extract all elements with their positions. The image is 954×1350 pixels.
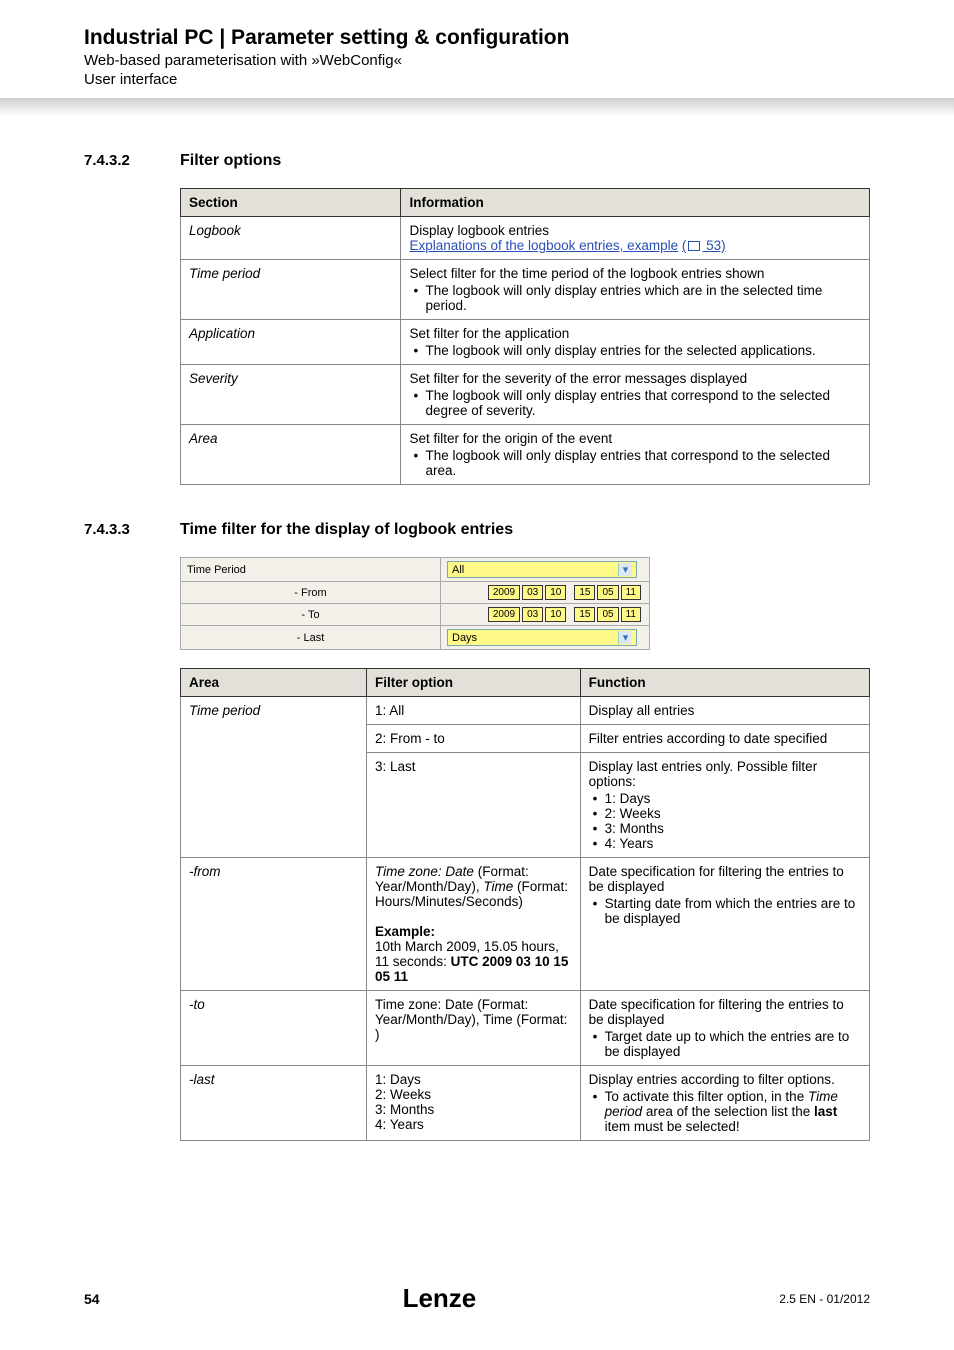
cell-filter-option: 1: Days 2: Weeks 3: Months 4: Years [367, 1066, 581, 1141]
shot-label: - From [181, 582, 441, 604]
table-row: Area Set filter for the origin of the ev… [181, 425, 870, 485]
shot-label: - Last [181, 626, 441, 650]
page-header: Industrial PC | Parameter setting & conf… [0, 0, 954, 88]
book-icon [688, 241, 700, 251]
cell-function: Date specification for filtering the ent… [580, 858, 869, 991]
section-heading-filter-options: 7.4.3.2 Filter options [84, 152, 870, 170]
page-number: 54 [84, 1291, 100, 1307]
shot-cell: 2009 03 10 15 05 11 [441, 582, 650, 604]
cell-function: Date specification for filtering the ent… [580, 991, 869, 1066]
content-area: 7.4.3.2 Filter options Section Informati… [0, 152, 954, 1141]
col-header-area: Area [181, 669, 367, 697]
cell-section: Application [181, 320, 401, 365]
shot-cell: All ▾ [441, 558, 650, 582]
table-row: Time period Select filter for the time p… [181, 260, 870, 320]
cell-area: Time period [181, 697, 367, 858]
cell-info: Display logbook entries Explanations of … [401, 217, 870, 260]
cell-function: Display last entries only. Possible filt… [580, 753, 869, 858]
time-filter-table: Area Filter option Function Time period … [180, 668, 870, 1141]
cell-function: Display entries according to filter opti… [580, 1066, 869, 1141]
cell-section: Time period [181, 260, 401, 320]
cell-filter-option: Time zone: Date (Format: Year/Month/Day)… [367, 858, 581, 991]
lenze-logo: Lenze [403, 1283, 477, 1314]
table-row: Application Set filter for the applicati… [181, 320, 870, 365]
cell-filter-option: 2: From - to [367, 725, 581, 753]
table-row: -to Time zone: Date (Format: Year/Month/… [181, 991, 870, 1066]
shot-label: - To [181, 604, 441, 626]
section-number: 7.4.3.3 [84, 521, 180, 538]
cell-filter-option: Time zone: Date (Format: Year/Month/Day)… [367, 991, 581, 1066]
cell-section: Logbook [181, 217, 401, 260]
cell-section: Severity [181, 365, 401, 425]
from-date-fields[interactable]: 2009 03 10 15 05 11 [447, 585, 643, 600]
cell-info: Set filter for the application The logbo… [401, 320, 870, 365]
page-subtitle-2: User interface [84, 71, 954, 88]
table-row: -last 1: Days 2: Weeks 3: Months 4: Year… [181, 1066, 870, 1141]
shot-cell: 2009 03 10 15 05 11 [441, 604, 650, 626]
table-row: Severity Set filter for the severity of … [181, 365, 870, 425]
col-header-filter-option: Filter option [367, 669, 581, 697]
doc-version: 2.5 EN - 01/2012 [779, 1292, 870, 1306]
shot-cell: Days ▾ [441, 626, 650, 650]
section-heading-time-filter: 7.4.3.3 Time filter for the display of l… [84, 521, 870, 539]
cell-info: Select filter for the time period of the… [401, 260, 870, 320]
cell-filter-option: 1: All [367, 697, 581, 725]
table-row: Logbook Display logbook entries Explanat… [181, 217, 870, 260]
cell-filter-option: 3: Last [367, 753, 581, 858]
cell-function: Filter entries according to date specifi… [580, 725, 869, 753]
section-title: Filter options [180, 152, 281, 170]
page-subtitle-1: Web-based parameterisation with »WebConf… [84, 52, 954, 69]
time-period-screenshot: Time Period All ▾ - From 2009 03 10 15 0… [180, 557, 650, 650]
col-header-function: Function [580, 669, 869, 697]
filter-options-table: Section Information Logbook Display logb… [180, 188, 870, 485]
cell-info: Set filter for the severity of the error… [401, 365, 870, 425]
table-row: Time period 1: All Display all entries [181, 697, 870, 725]
explanations-link[interactable]: Explanations of the logbook entries, exa… [409, 238, 678, 253]
time-period-dropdown[interactable]: All ▾ [447, 561, 637, 578]
chevron-down-icon: ▾ [618, 631, 632, 644]
page-footer: 54 Lenze 2.5 EN - 01/2012 [0, 1283, 954, 1314]
col-header-section: Section [181, 189, 401, 217]
page-title: Industrial PC | Parameter setting & conf… [84, 26, 954, 50]
section-number: 7.4.3.2 [84, 152, 180, 169]
section-title: Time filter for the display of logbook e… [180, 521, 513, 539]
cell-section: Area [181, 425, 401, 485]
chevron-down-icon: ▾ [618, 563, 632, 576]
cell-area: -from [181, 858, 367, 991]
header-divider [0, 98, 954, 116]
to-date-fields[interactable]: 2009 03 10 15 05 11 [447, 607, 643, 622]
shot-label: Time Period [181, 558, 441, 582]
cell-area: -to [181, 991, 367, 1066]
last-dropdown[interactable]: Days ▾ [447, 629, 637, 646]
cell-function: Display all entries [580, 697, 869, 725]
col-header-information: Information [401, 189, 870, 217]
table-row: -from Time zone: Date (Format: Year/Mont… [181, 858, 870, 991]
cell-info: Set filter for the origin of the event T… [401, 425, 870, 485]
cell-area: -last [181, 1066, 367, 1141]
